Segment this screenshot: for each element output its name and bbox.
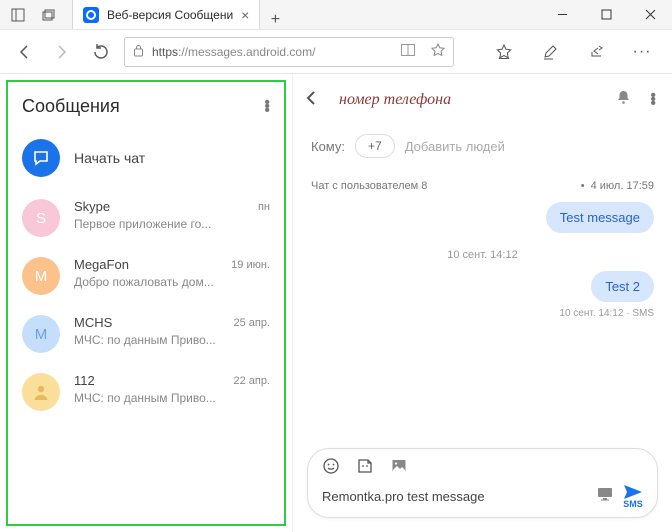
send-button[interactable]: SMS (623, 484, 643, 509)
conversation-item[interactable]: S Skype Первое приложение го... пн (8, 189, 284, 247)
conversation-name: MCHS (74, 315, 219, 330)
conversation-name: Skype (74, 199, 244, 214)
to-label: Кому: (311, 139, 345, 154)
conversation-time: 22 апр. (233, 375, 270, 387)
reader-mode-icon[interactable] (401, 44, 415, 59)
sticker-icon[interactable] (356, 457, 374, 480)
chat-panel: номер телефона ••• Кому: +7 Добавить люд… (292, 74, 672, 532)
recipient-row: Кому: +7 Добавить людей (293, 126, 672, 170)
share-icon[interactable] (582, 38, 610, 66)
conversation-preview: МЧС: по данным Приво... (74, 391, 219, 405)
window-close-button[interactable] (628, 0, 672, 29)
desktop-icon (597, 487, 613, 506)
message-composer: Remontka.pro test message SMS (307, 448, 658, 518)
favorite-star-icon[interactable] (431, 43, 445, 60)
bell-icon[interactable] (615, 89, 632, 111)
conversation-item[interactable]: M MCHS МЧС: по данным Приво... 25 апр. (8, 305, 284, 363)
message-bubble[interactable]: Test 2 (591, 271, 654, 302)
conversation-name: MegaFon (74, 257, 217, 272)
nav-refresh-button[interactable] (86, 38, 114, 66)
sidebar-toggle-icon[interactable] (10, 7, 26, 23)
recipient-chip[interactable]: +7 (355, 134, 395, 158)
conversation-preview: Первое приложение го... (74, 217, 244, 231)
new-chat-button[interactable]: Начать чат (8, 127, 284, 189)
sidebar-title: Сообщения (22, 96, 264, 117)
add-people-input[interactable]: Добавить людей (405, 139, 505, 154)
conversation-item[interactable]: M MegaFon Добро пожаловать дом... 19 июн… (8, 247, 284, 305)
back-icon[interactable] (303, 89, 321, 112)
window-minimize-button[interactable] (540, 0, 584, 29)
window-maximize-button[interactable] (584, 0, 628, 29)
favicon-icon (83, 7, 99, 23)
sidebar-menu-icon[interactable]: ••• (264, 101, 270, 113)
url-text: https://messages.android.com/ (152, 45, 393, 59)
nav-forward-button[interactable] (48, 38, 76, 66)
browser-toolbar: https://messages.android.com/ ··· (0, 30, 672, 74)
conversation-name: 112 (74, 373, 219, 388)
tab-title: Веб-версия Сообщени (107, 8, 233, 22)
avatar: S (22, 199, 60, 237)
new-chat-icon (22, 139, 60, 177)
conversation-preview: Добро пожаловать дом... (74, 275, 217, 289)
chat-menu-icon[interactable]: ••• (650, 94, 656, 106)
more-icon[interactable]: ··· (628, 38, 656, 66)
message-thread: Чат с пользователем 8 • 4 июл. 17:59 Tes… (293, 170, 672, 440)
compose-input[interactable]: Remontka.pro test message (322, 489, 587, 504)
avatar: M (22, 257, 60, 295)
conversation-time: 19 июн. (231, 259, 270, 271)
sidebar: Сообщения ••• Начать чат S Skype Первое … (6, 80, 286, 526)
favorites-icon[interactable] (490, 38, 518, 66)
notes-icon[interactable] (536, 38, 564, 66)
tab-close-icon[interactable]: × (241, 8, 249, 22)
avatar: M (22, 315, 60, 353)
conversation-time: пн (258, 201, 270, 213)
avatar (22, 373, 60, 411)
nav-back-button[interactable] (10, 38, 38, 66)
message-bubble[interactable]: Test message (546, 202, 654, 233)
day-header-time: 4 июл. 17:59 (591, 180, 654, 192)
conversation-time: 25 апр. (233, 317, 270, 329)
new-tab-button[interactable]: + (260, 11, 290, 29)
tabs-icon[interactable] (40, 7, 56, 23)
day-header-label: Чат с пользователем 8 (311, 180, 575, 192)
chat-header: номер телефона ••• (293, 74, 672, 126)
browser-tab[interactable]: Веб-версия Сообщени × (72, 0, 260, 29)
chat-title: номер телефона (339, 91, 597, 109)
window-title-bar: Веб-версия Сообщени × + (0, 0, 672, 30)
new-chat-label: Начать чат (74, 150, 145, 166)
timestamp: 10 сент. 14:12 (311, 249, 654, 261)
conversation-item[interactable]: 112 МЧС: по данным Приво... 22 апр. (8, 363, 284, 421)
address-bar[interactable]: https://messages.android.com/ (124, 37, 454, 67)
image-icon[interactable] (390, 457, 408, 480)
message-meta: 10 сент. 14:12 · SMS (311, 308, 654, 319)
emoji-icon[interactable] (322, 457, 340, 480)
lock-icon (133, 44, 144, 60)
conversation-preview: МЧС: по данным Приво... (74, 333, 219, 347)
